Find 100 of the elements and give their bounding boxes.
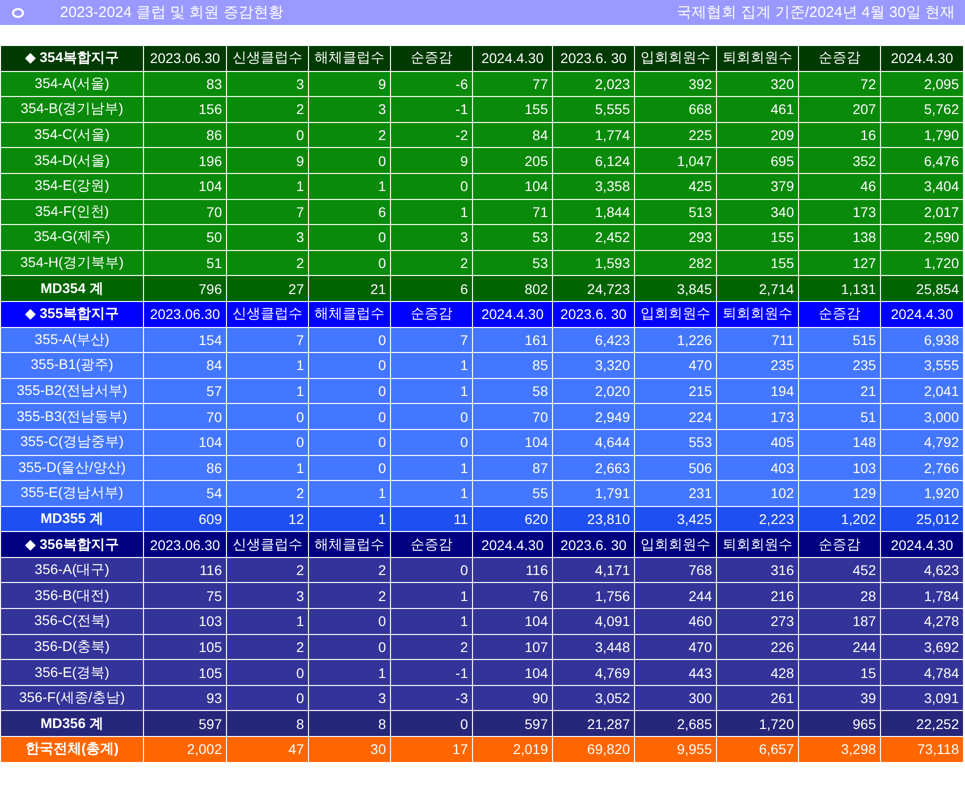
table-cell: -3 — [390, 685, 472, 711]
column-header: 해체클럽수 — [308, 301, 390, 328]
table-cell: 84 — [144, 352, 226, 378]
table-cell: 87 — [472, 455, 552, 481]
table-cell: 3,448 — [552, 634, 634, 660]
table-cell: 0 — [308, 455, 390, 481]
table-cell: 39 — [798, 685, 880, 711]
table-cell: 2,019 — [472, 736, 552, 762]
table-cell: 6,423 — [552, 327, 634, 353]
table-cell: 1 — [390, 455, 472, 481]
column-header: 해체클럽수 — [308, 46, 390, 72]
table-cell: 1 — [390, 480, 472, 506]
table-cell: 2,949 — [552, 404, 634, 430]
table-cell: 1,790 — [880, 122, 964, 148]
row-label: 354-G(제주) — [0, 224, 144, 250]
table-cell: 57 — [144, 378, 226, 404]
table-cell: 9,955 — [634, 736, 716, 762]
column-header: 순증감 — [390, 301, 472, 328]
table-cell: 11 — [390, 506, 472, 532]
table-cell: 2,023 — [552, 71, 634, 97]
column-header: 순증감 — [798, 301, 880, 328]
table-cell: 2,223 — [716, 506, 798, 532]
column-header: 2023.06.30 — [144, 301, 226, 328]
table-cell: 0 — [390, 710, 472, 737]
table-cell: 2,095 — [880, 71, 964, 97]
column-header: 2024.4.30 — [880, 46, 964, 72]
table-cell: 16 — [798, 122, 880, 148]
table-cell: 7 — [390, 327, 472, 353]
table-cell: 155 — [716, 224, 798, 250]
table-cell: 1,720 — [880, 250, 964, 276]
table-cell: 2,685 — [634, 710, 716, 737]
table-cell: 1,047 — [634, 148, 716, 174]
row-label: 356-A(대구) — [0, 557, 144, 583]
row-label: 355-C(경남중부) — [0, 429, 144, 455]
table-cell: -1 — [390, 96, 472, 122]
column-header: 2024.4.30 — [472, 532, 552, 558]
table-cell: 506 — [634, 455, 716, 481]
table-cell: 1 — [226, 608, 308, 634]
table-cell: 84 — [472, 122, 552, 148]
column-header: 2024.4.30 — [880, 301, 964, 328]
table-cell: 300 — [634, 685, 716, 711]
table-cell: 148 — [798, 429, 880, 455]
table-cell: 553 — [634, 429, 716, 455]
table-cell: 452 — [798, 557, 880, 583]
table-cell: 461 — [716, 96, 798, 122]
table-cell: 58 — [472, 378, 552, 404]
column-header: 입회회원수 — [634, 532, 716, 558]
table-cell: 0 — [308, 148, 390, 174]
table-cell: 2,002 — [144, 736, 226, 762]
column-header: 퇴회회원수 — [716, 46, 798, 72]
table-cell: 2 — [226, 480, 308, 506]
column-header: 2024.4.30 — [880, 532, 964, 558]
row-label: 354-A(서울) — [0, 71, 144, 97]
row-label: 354-E(강원) — [0, 173, 144, 200]
table-cell: 1,131 — [798, 276, 880, 302]
table-cell: 129 — [798, 480, 880, 506]
column-header: 퇴회회원수 — [716, 301, 798, 328]
table-cell: 2 — [226, 557, 308, 583]
table-cell: 768 — [634, 557, 716, 583]
table-cell: 0 — [226, 660, 308, 686]
table-cell: 76 — [472, 582, 552, 609]
table-cell: 405 — [716, 429, 798, 455]
table-cell: 965 — [798, 710, 880, 737]
table-cell: 2 — [226, 250, 308, 276]
table-cell: 12 — [226, 506, 308, 532]
table-cell: 0 — [226, 429, 308, 455]
table-cell: 196 — [144, 148, 226, 174]
table-cell: 71 — [472, 199, 552, 225]
table-cell: 6,938 — [880, 327, 964, 353]
table-cell: 104 — [472, 173, 552, 200]
table-cell: 6,657 — [716, 736, 798, 762]
table-cell: 4,769 — [552, 660, 634, 686]
table-cell: 51 — [798, 404, 880, 430]
row-label: 356-C(전북) — [0, 608, 144, 634]
table-cell: 425 — [634, 173, 716, 200]
table-cell: 69,820 — [552, 736, 634, 762]
column-header: 신생클럽수 — [226, 46, 308, 72]
table-cell: 50 — [144, 224, 226, 250]
table-cell: 1,784 — [880, 582, 964, 609]
table-cell: 0 — [308, 250, 390, 276]
table-cell: 3,845 — [634, 276, 716, 302]
table-cell: 187 — [798, 608, 880, 634]
table-cell: 1,593 — [552, 250, 634, 276]
table-cell: 70 — [472, 404, 552, 430]
table-cell: 0 — [226, 685, 308, 711]
table-cell: -2 — [390, 122, 472, 148]
table-cell: 403 — [716, 455, 798, 481]
table-cell: 15 — [798, 660, 880, 686]
column-header: 신생클럽수 — [226, 532, 308, 558]
table-cell: 104 — [144, 173, 226, 200]
table-cell: 2,590 — [880, 224, 964, 250]
row-label: 356-D(충북) — [0, 634, 144, 660]
table-cell: 83 — [144, 71, 226, 97]
table-cell: 1,844 — [552, 199, 634, 225]
table-cell: 3 — [226, 582, 308, 609]
table-cell: 104 — [144, 429, 226, 455]
table-cell: 155 — [472, 96, 552, 122]
table-cell: 0 — [308, 404, 390, 430]
table-cell: 515 — [798, 327, 880, 353]
table-cell: 0 — [226, 404, 308, 430]
